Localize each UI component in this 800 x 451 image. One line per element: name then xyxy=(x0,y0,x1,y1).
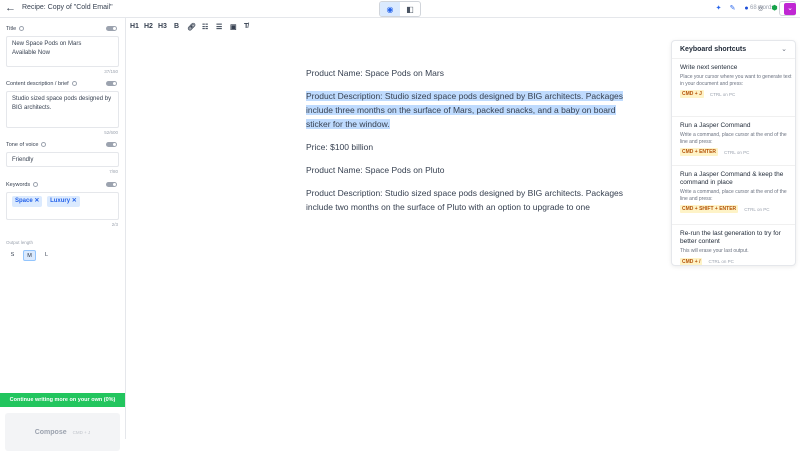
heading-1-button[interactable]: H1 xyxy=(130,23,139,30)
continue-writing-button[interactable]: Continue writing more on your own (0%) xyxy=(0,393,125,407)
tone-input[interactable]: Friendly xyxy=(6,152,119,167)
chat-icon[interactable]: ● xyxy=(742,4,751,13)
shortcut-desc: Place your cursor where you want to gene… xyxy=(680,74,792,87)
shortcut-title: Write next sentence xyxy=(680,64,738,71)
pen-icon[interactable]: ✎ xyxy=(728,4,737,13)
shortcut-item: Run a Jasper Command & keep the command … xyxy=(680,171,792,213)
tone-char-count: 7/80 xyxy=(109,169,118,174)
heading-3-button[interactable]: H3 xyxy=(158,23,167,30)
keywords-toggle[interactable] xyxy=(106,182,117,187)
panel-title: Keyboard shortcuts xyxy=(680,46,747,53)
keywords-field-label: Keywords xyxy=(6,182,39,188)
shortcut-desc: This will erase your last output. xyxy=(680,248,749,254)
shield-icon[interactable]: ⬢ xyxy=(770,4,779,13)
shortcut-title: Run a Jasper Command xyxy=(680,122,751,129)
keyboard-shortcuts-panel: Keyboard shortcuts ⌄ Write next sentence… xyxy=(671,40,796,266)
title-line-2: Available Now xyxy=(12,49,50,56)
magic-wand-icon[interactable]: ✦ xyxy=(714,4,723,13)
size-s-button[interactable]: S xyxy=(6,250,19,261)
ordered-list-icon[interactable]: ☷ xyxy=(202,23,208,31)
link-icon[interactable]: 🔗︎ xyxy=(187,23,196,31)
shortcut-item: Re-run the last generation to try for be… xyxy=(680,230,792,265)
compose-label: Compose xyxy=(34,428,67,436)
image-icon[interactable]: ▣ xyxy=(230,23,237,31)
editor-paragraph: Product Name: Space Pods on Pluto xyxy=(306,165,445,175)
shortcut-title: Run a Jasper Command & keep the command … xyxy=(680,171,784,186)
preview-eye-icon[interactable]: ◉ xyxy=(380,2,400,16)
tone-field-label: Tone of voice xyxy=(6,142,47,148)
info-icon xyxy=(19,26,25,32)
bullet-list-icon[interactable]: ☰ xyxy=(216,23,222,31)
description-input[interactable]: Studio sized space pods designed by BIG … xyxy=(6,91,119,128)
bold-button[interactable]: B xyxy=(174,23,179,30)
shortcut-keys: CMD + / xyxy=(680,257,703,265)
keywords-count: 2/3 xyxy=(111,222,118,227)
sidebar: Title New Space Pods on Mars Available N… xyxy=(0,18,126,451)
desc-field-label: Content description / brief xyxy=(6,81,77,87)
editor-content[interactable]: Product Name: Space Pods on Mars Product… xyxy=(306,66,626,223)
shortcut-pc: CTRL on PC xyxy=(724,149,750,155)
editor-paragraph: Product Name: Space Pods on Mars xyxy=(306,68,444,78)
editor-paragraph-selected: Product Description: Studio sized space … xyxy=(306,89,626,131)
title-field-label: Title xyxy=(6,26,25,32)
output-length-selector: S M L xyxy=(6,250,53,261)
shortcut-item: Write next sentence Place your cursor wh… xyxy=(680,64,792,98)
editor-paragraph: Price: $100 billion xyxy=(306,142,374,152)
tone-toggle[interactable] xyxy=(106,142,117,147)
shortcut-keys: CMD + J xyxy=(680,90,704,98)
info-icon xyxy=(71,81,77,87)
size-l-button[interactable]: L xyxy=(40,250,53,261)
editor-toolbar: H1 H2 H3 B 🔗︎ ☷ ☰ ▣ T̸ xyxy=(126,18,800,36)
keyword-chip[interactable]: Luxury ✕ xyxy=(47,196,80,207)
chevron-down-icon[interactable]: ⌄ xyxy=(781,45,787,53)
editor-paragraph: Product Description: Studio sized space … xyxy=(306,188,624,212)
compose-button[interactable]: Compose CMD + J xyxy=(5,413,120,451)
desc-char-count: 52/600 xyxy=(104,130,118,135)
shortcut-item: Run a Jasper Command Write a command, pl… xyxy=(680,122,792,156)
title-input[interactable]: New Space Pods on Mars Available Now xyxy=(6,36,119,67)
back-arrow-icon[interactable]: ← xyxy=(5,2,16,14)
keyword-chip[interactable]: Space ✕ xyxy=(12,196,43,207)
keywords-input[interactable]: Space ✕ Luxury ✕ xyxy=(6,192,119,220)
heading-2-button[interactable]: H2 xyxy=(144,23,153,30)
document-title: Recipe: Copy of "Cold Email" xyxy=(22,4,113,11)
view-toggle: ◉ ◧ xyxy=(379,1,421,17)
clear-format-icon[interactable]: T̸ xyxy=(244,23,248,30)
shortcut-pc: CTRL on PC xyxy=(709,91,736,97)
compose-shortcut: CMD + J xyxy=(72,429,91,435)
split-view-icon[interactable]: ◧ xyxy=(400,2,420,16)
shortcut-keys: CMD + ENTER xyxy=(680,148,719,156)
title-line-1: New Space Pods on Mars xyxy=(12,41,82,47)
info-icon xyxy=(41,142,47,148)
title-char-count: 37/150 xyxy=(104,69,118,74)
shortcut-pc: CTRL on PC xyxy=(744,206,770,212)
shortcut-title: Re-run the last generation to try for be… xyxy=(680,230,781,245)
output-length-label: Output length xyxy=(6,240,34,245)
top-bar: ← Recipe: Copy of "Cold Email" ◉ ◧ 68 wo… xyxy=(0,0,800,18)
settings-icon[interactable]: ◎ xyxy=(756,4,765,13)
expand-panel-button[interactable]: ⌄ xyxy=(784,3,796,15)
shortcut-desc: Write a command, place cursor at the end… xyxy=(680,189,787,202)
desc-toggle[interactable] xyxy=(106,81,117,86)
size-m-button[interactable]: M xyxy=(23,250,36,261)
info-icon xyxy=(33,182,39,188)
shortcut-keys: CMD + SHIFT + ENTER xyxy=(680,205,739,213)
selected-text: Product Description: Studio sized space … xyxy=(306,91,624,129)
title-toggle[interactable] xyxy=(106,26,117,31)
shortcut-pc: CTRL on PC xyxy=(708,259,734,264)
shortcut-desc: Write a command, place cursor at the end… xyxy=(680,132,787,145)
